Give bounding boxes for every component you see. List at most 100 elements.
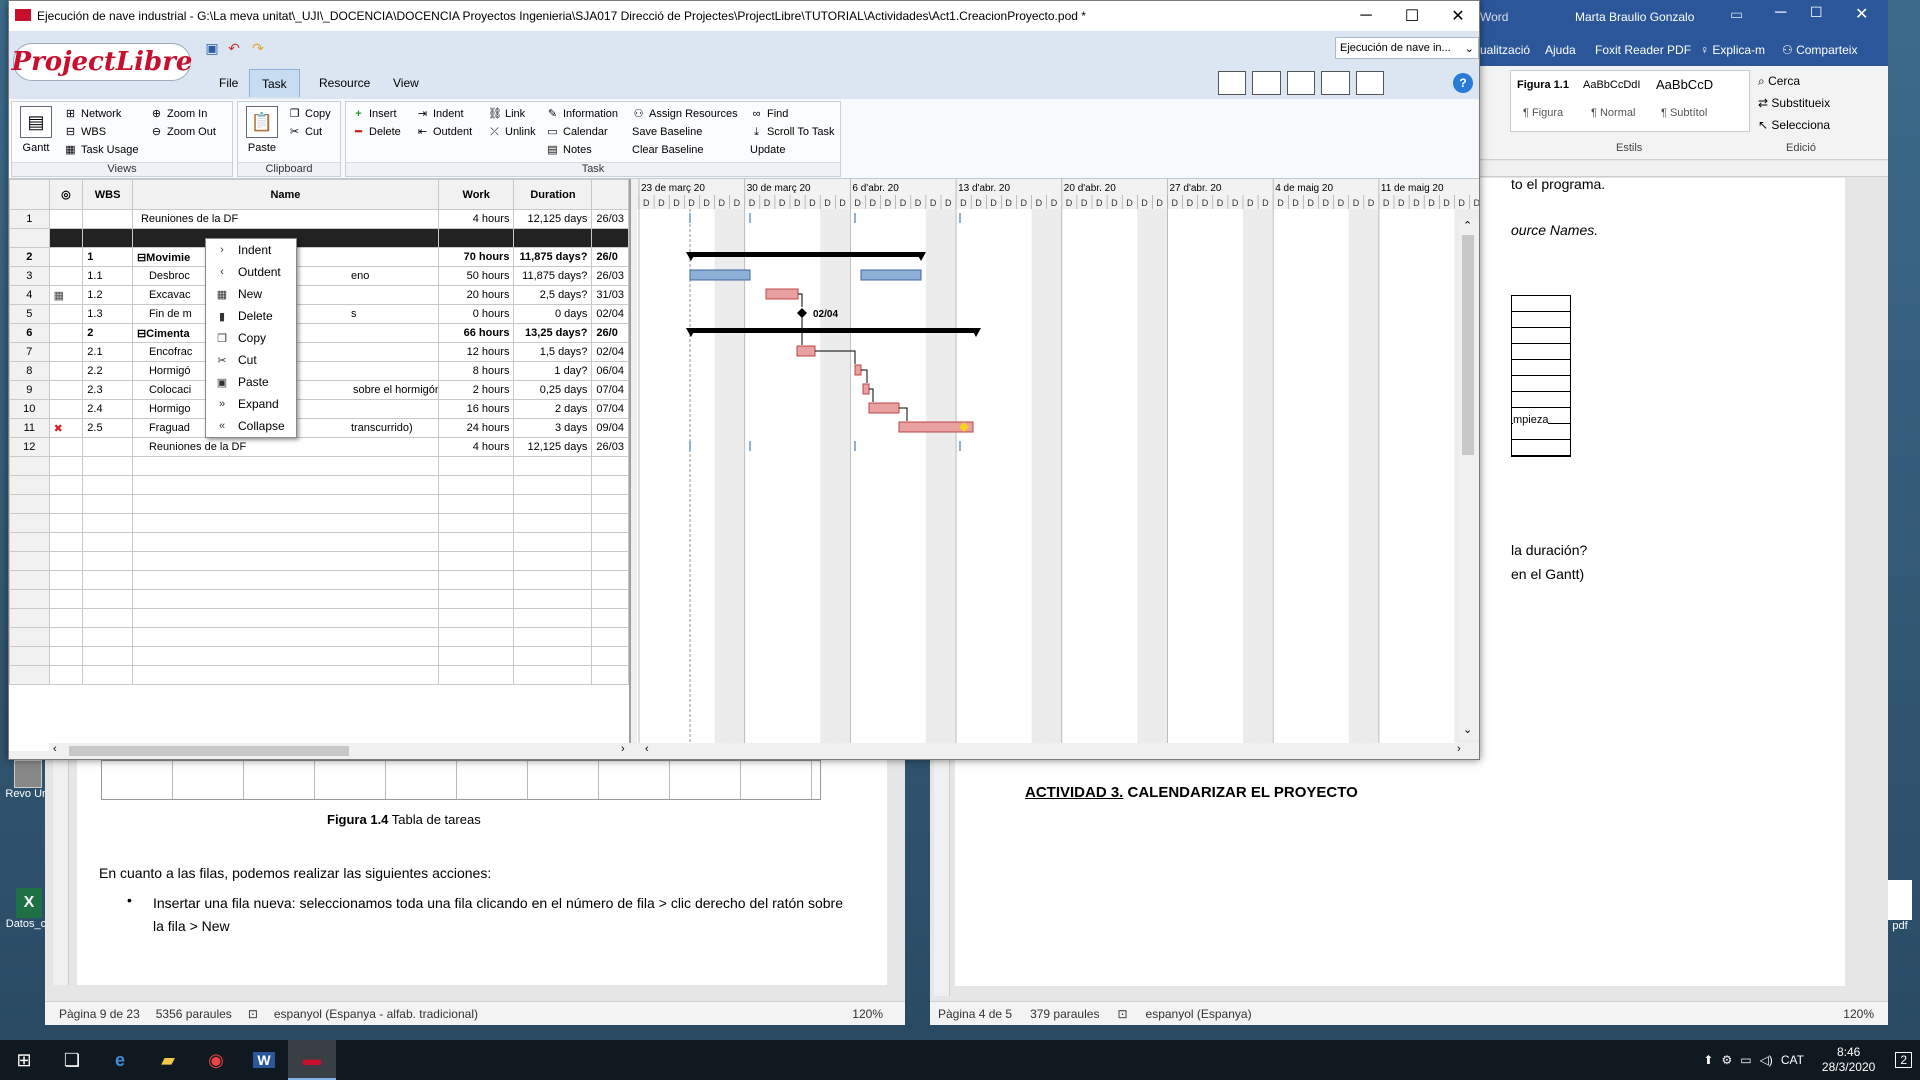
duration-cell[interactable]: 3 days <box>513 418 593 438</box>
empty-cell[interactable] <box>48 570 84 590</box>
empty-cell[interactable] <box>437 646 515 666</box>
empty-cell[interactable] <box>82 646 133 666</box>
menu-item-collapse[interactable]: « Collapse <box>206 415 296 437</box>
empty-cell[interactable] <box>513 475 593 495</box>
empty-cell[interactable] <box>513 551 593 571</box>
row-number[interactable]: 8 <box>9 361 50 381</box>
tab-ajuda[interactable]: Ajuda <box>1545 43 1576 57</box>
empty-cell[interactable] <box>437 570 515 590</box>
empty-cell[interactable] <box>48 589 84 609</box>
empty-cell[interactable] <box>48 494 84 514</box>
empty-cell[interactable] <box>131 627 439 647</box>
row-number[interactable]: 1 <box>9 209 50 229</box>
start-cell[interactable]: 26/03 <box>591 266 629 286</box>
empty-cell[interactable] <box>437 513 515 533</box>
empty-row[interactable] <box>9 532 629 552</box>
start-cell[interactable]: 09/04 <box>591 418 629 438</box>
empty-row[interactable] <box>9 513 629 533</box>
replace-button[interactable]: ⇄ Substitueix <box>1758 96 1830 110</box>
empty-cell[interactable] <box>48 532 84 552</box>
styles-gallery[interactable]: Figura 1.1 AaBbCcDdI AaBbCcD ¶ Figura ¶ … <box>1510 70 1750 132</box>
duration-cell[interactable]: 2,5 days? <box>513 285 593 305</box>
indicator-cell[interactable] <box>48 228 84 248</box>
row-number[interactable]: 5 <box>9 304 50 324</box>
empty-row[interactable] <box>9 475 629 495</box>
table-row[interactable]: 1 Reuniones de la DF 4 hours 12,125 days 26/… <box>9 209 629 229</box>
row-number-header[interactable] <box>9 179 50 210</box>
empty-cell[interactable] <box>48 646 84 666</box>
empty-cell[interactable] <box>591 646 629 666</box>
row-number[interactable]: 2 <box>9 247 50 267</box>
calendar-button[interactable]: ▭ Calendar <box>546 126 607 138</box>
zoom-in-button[interactable]: ⊕ Zoom In <box>150 108 207 120</box>
select-button[interactable]: ↖ Selecciona <box>1758 118 1830 132</box>
empty-cell[interactable] <box>9 570 50 590</box>
empty-cell[interactable] <box>437 665 515 685</box>
empty-row[interactable] <box>9 570 629 590</box>
project-select[interactable]: Ejecución de nave in... ⌄ <box>1335 37 1479 59</box>
help-icon[interactable]: ? <box>1453 73 1473 93</box>
work-cell[interactable]: 70 hours <box>437 247 515 267</box>
work-cell[interactable]: 4 hours <box>437 437 515 457</box>
row-number[interactable]: 7 <box>9 342 50 362</box>
indicator-cell[interactable] <box>48 361 84 381</box>
empty-cell[interactable] <box>437 551 515 571</box>
indicator-cell[interactable] <box>48 266 84 286</box>
scroll-left-icon[interactable]: ‹ <box>53 743 57 755</box>
empty-cell[interactable] <box>82 551 133 571</box>
empty-cell[interactable] <box>48 475 84 495</box>
empty-row[interactable] <box>9 646 629 666</box>
start-header[interactable] <box>591 179 629 210</box>
status-words[interactable]: 5356 paraules <box>156 1007 232 1021</box>
task-usage-button[interactable]: ▦ Task Usage <box>64 144 138 156</box>
paste-button[interactable]: 📋 Paste <box>242 106 282 154</box>
empty-cell[interactable] <box>513 532 593 552</box>
empty-cell[interactable] <box>48 627 84 647</box>
start-cell[interactable] <box>591 228 629 248</box>
table-row[interactable]: 10 2.4 Hormigo 16 hours 2 days 07/04 <box>9 399 629 419</box>
empty-cell[interactable] <box>82 589 133 609</box>
duration-cell[interactable] <box>513 228 593 248</box>
clear-baseline-button[interactable]: Clear Baseline <box>632 144 704 156</box>
empty-cell[interactable] <box>513 494 593 514</box>
work-cell[interactable]: 50 hours <box>437 266 515 286</box>
tab-view[interactable]: View <box>381 69 431 97</box>
indicators-header[interactable]: ◎ <box>48 179 84 210</box>
empty-cell[interactable] <box>131 513 439 533</box>
empty-row[interactable] <box>9 608 629 628</box>
wbs-header[interactable]: WBS <box>82 179 133 210</box>
empty-cell[interactable] <box>513 456 593 476</box>
table-row[interactable]: 3 1.1 Desbroc eno 50 hours 11,875 days? 26/03 <box>9 266 629 286</box>
information-button[interactable]: ✎ Information <box>546 108 618 120</box>
wbs-cell[interactable]: 2 <box>82 323 133 343</box>
table-horizontal-scrollbar[interactable]: ‹ › <box>49 743 639 759</box>
scroll-left-icon[interactable]: ‹ <box>645 743 649 755</box>
empty-cell[interactable] <box>437 589 515 609</box>
empty-cell[interactable] <box>591 665 629 685</box>
empty-cell[interactable] <box>591 570 629 590</box>
outdent-button[interactable]: ⇤ Outdent <box>416 126 472 138</box>
duration-cell[interactable]: 0 days <box>513 304 593 324</box>
duration-cell[interactable]: 12,125 days <box>513 209 593 229</box>
redo-icon[interactable]: ↷ <box>249 39 267 57</box>
row-number[interactable]: 4 <box>9 285 50 305</box>
table-row[interactable]: 11 ✖ 2.5 Fraguad transcurrido) 24 hours 3 days… <box>9 418 629 438</box>
style-sample-3[interactable]: AaBbCcD <box>1656 77 1713 92</box>
empty-cell[interactable] <box>591 494 629 514</box>
empty-cell[interactable] <box>82 627 133 647</box>
work-cell[interactable]: 16 hours <box>437 399 515 419</box>
empty-row[interactable] <box>9 456 629 476</box>
save-baseline-button[interactable]: Save Baseline <box>632 126 702 138</box>
empty-cell[interactable] <box>131 456 439 476</box>
gantt-button[interactable]: ▤ Gantt <box>16 106 56 154</box>
duration-cell[interactable]: 11,875 days? <box>513 266 593 286</box>
duration-cell[interactable]: 13,25 days? <box>513 323 593 343</box>
indicator-cell[interactable] <box>48 209 84 229</box>
menu-item-expand[interactable]: » Expand <box>206 393 296 415</box>
wbs-cell[interactable]: 1 <box>82 247 133 267</box>
status-page[interactable]: Pàgina 4 de 5 <box>938 1007 1012 1021</box>
empty-cell[interactable] <box>48 608 84 628</box>
empty-row[interactable] <box>9 589 629 609</box>
copy-button[interactable]: ❐ Copy <box>288 108 331 120</box>
zoom-level[interactable]: 120% <box>1843 1007 1874 1021</box>
